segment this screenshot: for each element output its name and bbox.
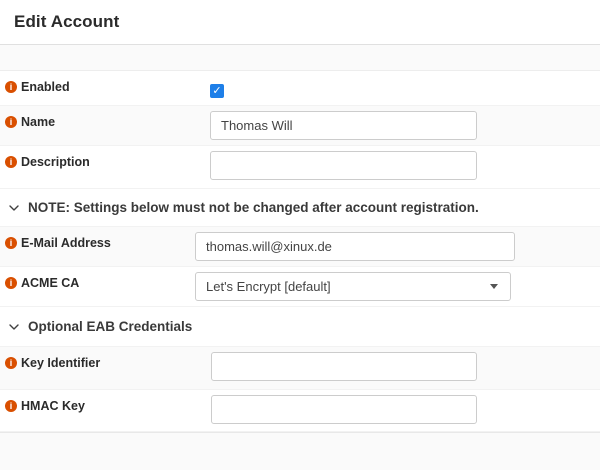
control-cell-acme-ca: Let's Encrypt [default] (195, 267, 600, 306)
info-icon[interactable]: i (5, 116, 17, 128)
label-cell-name: i Name (0, 106, 210, 145)
info-icon[interactable]: i (5, 237, 17, 249)
control-cell-email (195, 227, 600, 266)
enabled-label: Enabled (21, 80, 70, 94)
key-identifier-input[interactable] (211, 352, 477, 381)
info-icon[interactable]: i (5, 277, 17, 289)
page-title: Edit Account (14, 12, 119, 32)
label-cell-acme-ca: i ACME CA (0, 267, 195, 306)
field-row-description: i Description (0, 146, 600, 189)
control-cell-hmac-key (211, 390, 600, 431)
email-input[interactable] (195, 232, 515, 261)
field-row-enabled: i Enabled ✓ (0, 71, 600, 106)
info-icon-glyph: i (10, 157, 13, 167)
info-icon-glyph: i (10, 401, 13, 411)
info-icon-glyph: i (10, 358, 13, 368)
table-header-spacer (0, 45, 600, 71)
field-row-name: i Name (0, 106, 600, 146)
chevron-down-icon[interactable] (8, 321, 20, 333)
edit-account-page: Edit Account i Enabled ✓ i Name i Descri… (0, 0, 600, 470)
info-icon[interactable]: i (5, 81, 17, 93)
field-row-key-identifier: i Key Identifier (0, 347, 600, 390)
control-cell-description (210, 146, 600, 188)
info-icon-glyph: i (10, 238, 13, 248)
enabled-checkbox[interactable]: ✓ (210, 84, 224, 98)
control-cell-name (210, 106, 600, 145)
field-row-email: i E-Mail Address (0, 227, 600, 267)
section-header-eab[interactable]: Optional EAB Credentials (0, 307, 600, 347)
label-cell-enabled: i Enabled (0, 71, 210, 105)
acme-ca-label: ACME CA (21, 276, 79, 290)
page-footer (0, 432, 600, 470)
acme-ca-select[interactable]: Let's Encrypt [default] (195, 272, 511, 301)
info-icon-glyph: i (10, 278, 13, 288)
hmac-key-input[interactable] (211, 395, 477, 424)
label-cell-email: i E-Mail Address (0, 227, 195, 266)
label-cell-hmac-key: i HMAC Key (0, 390, 211, 431)
info-icon[interactable]: i (5, 156, 17, 168)
control-cell-enabled: ✓ (210, 71, 600, 105)
label-cell-description: i Description (0, 146, 210, 188)
info-icon[interactable]: i (5, 357, 17, 369)
section-title-eab: Optional EAB Credentials (28, 319, 192, 334)
control-cell-key-identifier (211, 347, 600, 389)
key-identifier-label: Key Identifier (21, 356, 100, 370)
name-label: Name (21, 115, 55, 129)
section-title-note: NOTE: Settings below must not be changed… (28, 200, 479, 215)
field-row-acme-ca: i ACME CA Let's Encrypt [default] (0, 267, 600, 307)
info-icon-glyph: i (10, 117, 13, 127)
hmac-key-label: HMAC Key (21, 399, 85, 413)
page-header: Edit Account (0, 0, 600, 45)
info-icon[interactable]: i (5, 400, 17, 412)
checkmark-icon: ✓ (210, 84, 224, 98)
acme-ca-selected-value: Let's Encrypt [default] (206, 279, 331, 294)
section-header-note[interactable]: NOTE: Settings below must not be changed… (0, 189, 600, 227)
email-label: E-Mail Address (21, 236, 111, 250)
label-cell-key-identifier: i Key Identifier (0, 347, 211, 389)
caret-down-icon (490, 284, 498, 289)
field-row-hmac-key: i HMAC Key (0, 390, 600, 432)
info-icon-glyph: i (10, 82, 13, 92)
description-label: Description (21, 155, 90, 169)
chevron-down-icon[interactable] (8, 202, 20, 214)
name-input[interactable] (210, 111, 477, 140)
description-input[interactable] (210, 151, 477, 180)
